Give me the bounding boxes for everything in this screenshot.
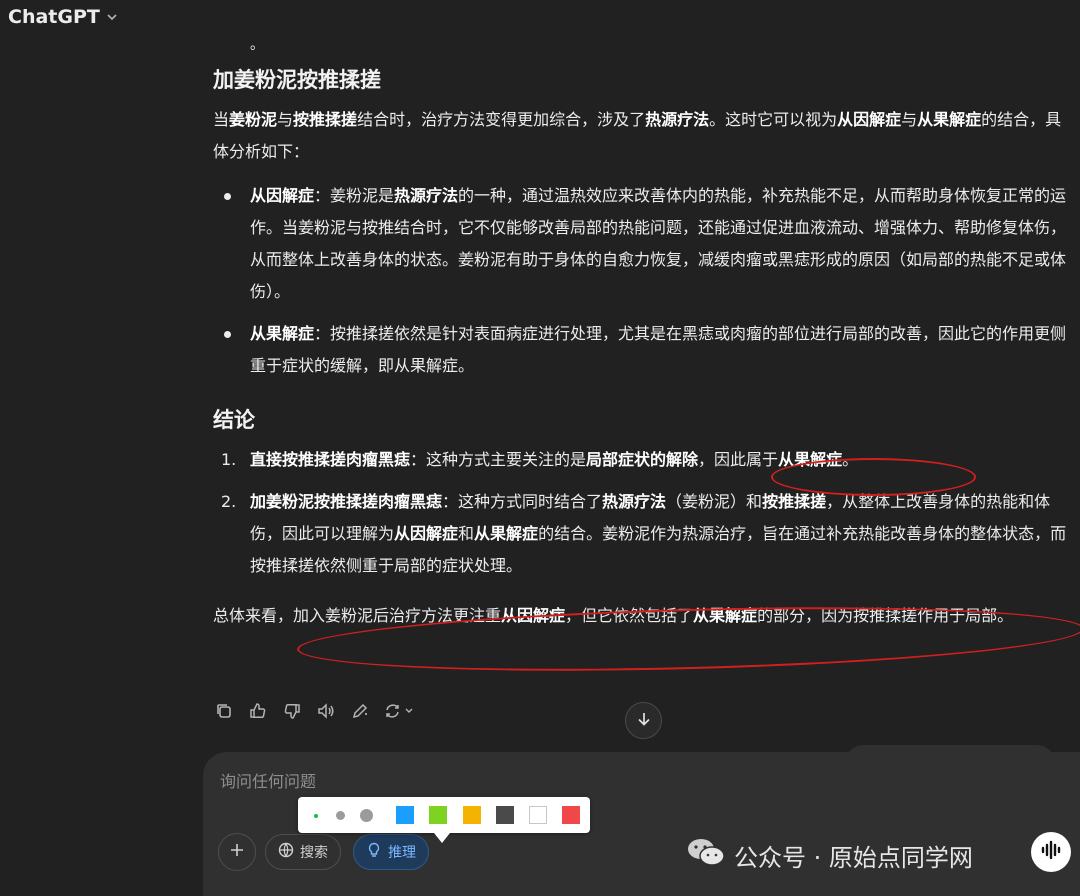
pen-size-large[interactable] bbox=[360, 809, 373, 822]
bullet-list: 从因解症：姜粉泥是热源疗法的一种，通过温热效应来改善体内的热能，补充热能不足，从… bbox=[213, 180, 1068, 382]
color-swatch-white[interactable] bbox=[529, 806, 547, 824]
item-text: 加姜粉泥按推揉搓肉瘤黑痣：这种方式同时结合了热源疗法（姜粉泥）和按推揉搓，从整体… bbox=[250, 492, 1067, 575]
bullet-item: 从因解症：姜粉泥是热源疗法的一种，通过温热效应来改善体内的热能，补充热能不足，从… bbox=[213, 180, 1068, 308]
message-actions bbox=[213, 700, 417, 722]
palette-pointer bbox=[434, 833, 450, 843]
color-swatch-blue[interactable] bbox=[396, 806, 414, 824]
color-swatch-yellow[interactable] bbox=[463, 806, 481, 824]
annotation-palette bbox=[298, 797, 590, 833]
assistant-message: 加姜粉泥按推揉搓 当姜粉泥与按推揉搓结合时，治疗方法变得更加综合，涉及了热源疗法… bbox=[213, 66, 1068, 632]
pen-size-small[interactable] bbox=[314, 814, 318, 818]
thumbs-up-icon[interactable] bbox=[247, 700, 269, 722]
item-text: 直接按推揉搓肉瘤黑痣：这种方式主要关注的是局部症状的解除，因此属于从果解症。 bbox=[250, 450, 859, 469]
color-swatch-red[interactable] bbox=[562, 806, 580, 824]
arrow-down-icon bbox=[636, 711, 652, 731]
top-bar: ChatGPT bbox=[0, 0, 120, 34]
bullet-dot bbox=[224, 331, 231, 338]
prompt-input[interactable]: 询问任何问题 bbox=[220, 768, 316, 792]
section-heading: 加姜粉泥按推揉搓 bbox=[213, 68, 381, 92]
section-heading: 结论 bbox=[213, 408, 255, 432]
numbered-item: 2. 加姜粉泥按推揉搓肉瘤黑痣：这种方式同时结合了热源疗法（姜粉泥）和按推揉搓，… bbox=[213, 486, 1068, 582]
numbered-item: 1. 直接按推揉搓肉瘤黑痣：这种方式主要关注的是局部症状的解除，因此属于从果解症… bbox=[213, 444, 1068, 476]
item-number: 2. bbox=[221, 492, 237, 511]
section-intro: 当姜粉泥与按推揉搓结合时，治疗方法变得更加综合，涉及了热源疗法。这时它可以视为从… bbox=[213, 110, 1062, 161]
read-aloud-icon[interactable] bbox=[315, 700, 337, 722]
thumbs-down-icon[interactable] bbox=[281, 700, 303, 722]
clipped-text: 。 bbox=[250, 37, 264, 53]
globe-icon bbox=[278, 842, 294, 862]
regenerate-icon[interactable] bbox=[383, 700, 417, 722]
copy-icon[interactable] bbox=[213, 700, 235, 722]
app-title[interactable]: ChatGPT bbox=[8, 6, 100, 28]
search-button[interactable]: 搜索 bbox=[265, 834, 341, 870]
numbered-list: 1. 直接按推揉搓肉瘤黑痣：这种方式主要关注的是局部症状的解除，因此属于从果解症… bbox=[213, 444, 1068, 582]
bullet-item: 从果解症：按推揉搓依然是针对表面病症进行处理，尤其是在黑痣或肉瘤的部位进行局部的… bbox=[213, 318, 1068, 382]
voice-mode-button[interactable] bbox=[1031, 832, 1071, 872]
summary-paragraph: 总体来看，加入姜粉泥后治疗方法更注重从因解症，但它依然包括了从果解症的部分，因为… bbox=[213, 606, 1014, 625]
add-attachment-button[interactable] bbox=[218, 833, 256, 871]
lightbulb-icon bbox=[366, 842, 382, 862]
color-swatch-green[interactable] bbox=[429, 806, 447, 824]
wechat-icon bbox=[686, 837, 726, 873]
search-button-label: 搜索 bbox=[300, 845, 328, 861]
color-swatch-dark[interactable] bbox=[496, 806, 514, 824]
waveform-icon bbox=[1040, 840, 1062, 864]
chevron-down-icon[interactable] bbox=[106, 10, 120, 24]
bullet-text: 从果解症：按推揉搓依然是针对表面病症进行处理，尤其是在黑痣或肉瘤的部位进行局部的… bbox=[250, 324, 1067, 375]
pen-size-medium[interactable] bbox=[336, 811, 345, 820]
plus-icon bbox=[229, 842, 245, 862]
bullet-dot bbox=[224, 193, 231, 200]
reason-button[interactable]: 推理 bbox=[353, 834, 429, 870]
watermark: 公众号 · 原始点同学网 bbox=[686, 837, 973, 873]
reason-button-label: 推理 bbox=[388, 845, 416, 861]
watermark-text: 公众号 · 原始点同学网 bbox=[734, 843, 973, 872]
edit-icon[interactable] bbox=[349, 700, 371, 722]
bullet-text: 从因解症：姜粉泥是热源疗法的一种，通过温热效应来改善体内的热能，补充热能不足，从… bbox=[250, 186, 1067, 301]
scroll-down-button[interactable] bbox=[625, 702, 662, 739]
item-number: 1. bbox=[221, 450, 237, 469]
